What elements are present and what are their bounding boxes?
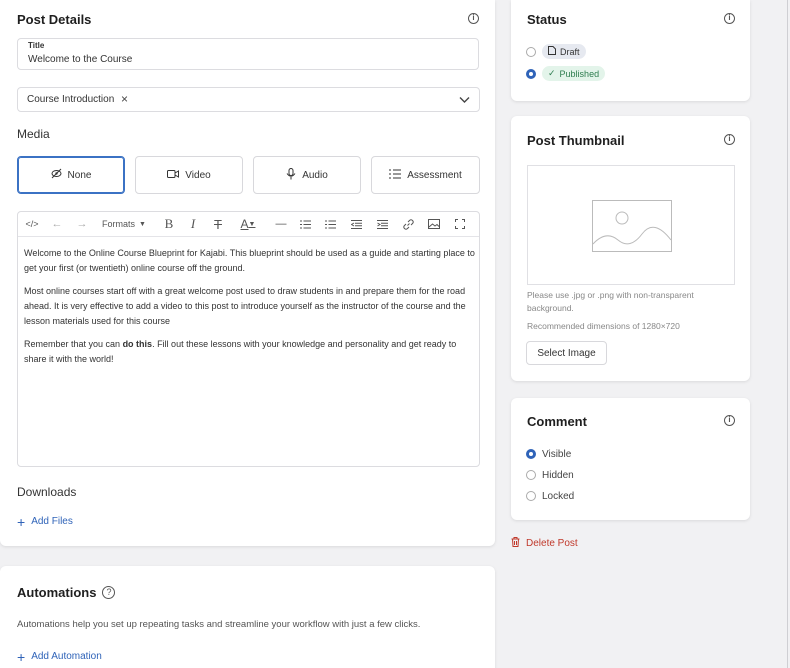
status-published-radio[interactable] [526, 69, 536, 79]
add-files-label: Add Files [31, 516, 73, 527]
chevron-down-icon[interactable] [459, 92, 470, 110]
strikethrough-icon[interactable]: T [209, 212, 227, 236]
thumbnail-card: Post Thumbnail i Please use .jpg or .png… [511, 116, 750, 381]
plus-icon: + [17, 648, 26, 665]
category-select[interactable]: Course Introduction × [17, 87, 480, 112]
media-assessment-button[interactable]: Assessment [371, 156, 480, 194]
undo-icon[interactable]: ← [48, 212, 66, 236]
media-heading: Media [17, 127, 50, 141]
redo-icon[interactable]: → [73, 212, 91, 236]
editor-content[interactable]: Welcome to the Online Course Blueprint f… [24, 246, 476, 375]
media-audio-button[interactable]: Audio [253, 156, 361, 194]
document-icon [548, 46, 556, 57]
trash-icon [511, 537, 520, 550]
media-none-button[interactable]: None [17, 156, 125, 194]
video-icon [167, 169, 180, 182]
add-automation-link[interactable]: + Add Automation [17, 648, 102, 665]
rich-text-editor[interactable]: </> ← → Formats ▼ B I T A ▼ — Welcome to… [17, 211, 480, 467]
draft-label: Draft [560, 46, 580, 57]
comment-locked-radio[interactable] [526, 491, 536, 501]
media-assessment-label: Assessment [407, 169, 462, 181]
plus-icon: + [17, 513, 26, 530]
italic-icon[interactable]: I [184, 212, 202, 236]
horizontal-rule-icon[interactable]: — [272, 212, 290, 236]
comment-locked-label: Locked [542, 491, 575, 502]
comment-heading: Comment [527, 414, 587, 429]
editor-bold-text: do this [122, 339, 153, 349]
info-icon[interactable]: i [468, 13, 479, 24]
editor-toolbar: </> ← → Formats ▼ B I T A ▼ — [18, 212, 479, 237]
fullscreen-icon[interactable] [451, 212, 469, 236]
text-color-icon[interactable]: A ▼ [234, 212, 262, 236]
status-draft-radio[interactable] [526, 47, 536, 57]
comment-hidden-radio[interactable] [526, 470, 536, 480]
automations-description: Automations help you set up repeating ta… [17, 619, 421, 630]
bold-icon[interactable]: B [160, 212, 178, 236]
comment-card: Comment i Visible Hidden Locked [511, 398, 750, 520]
post-details-card: Post Details i Title Welcome to the Cour… [0, 0, 495, 546]
image-icon[interactable] [425, 212, 443, 236]
formats-label: Formats [102, 219, 136, 229]
info-icon[interactable]: i [724, 134, 735, 145]
comment-hidden-label: Hidden [542, 470, 574, 481]
editor-text: Remember that you can [24, 339, 123, 349]
media-none-label: None [67, 169, 92, 181]
list-icon [389, 168, 402, 182]
image-placeholder-icon [592, 200, 672, 257]
thumbnail-heading: Post Thumbnail [527, 133, 625, 148]
info-icon[interactable]: i [724, 415, 735, 426]
add-automation-label: Add Automation [31, 651, 102, 662]
remove-category-icon[interactable]: × [121, 92, 128, 106]
help-icon[interactable]: ? [102, 586, 116, 599]
right-scrollbar-track[interactable] [787, 0, 788, 668]
title-label: Title [28, 41, 45, 50]
thumbnail-dropzone[interactable] [527, 165, 735, 285]
code-icon[interactable]: </> [22, 212, 42, 236]
title-field[interactable]: Title Welcome to the Course [17, 38, 479, 70]
microphone-icon [286, 167, 296, 183]
automations-card: Automations ? Automations help you set u… [0, 566, 495, 668]
category-tag: Course Introduction [27, 94, 115, 105]
title-input[interactable]: Welcome to the Course [28, 54, 132, 65]
editor-paragraph: Most online courses start off with a gre… [24, 286, 466, 326]
draft-badge: Draft [542, 44, 586, 59]
numbered-list-icon[interactable] [321, 212, 339, 236]
published-badge: ✓ Published [542, 66, 606, 81]
automations-heading: Automations ? [17, 585, 116, 600]
status-card: Status i Draft ✓ Published [511, 0, 750, 101]
media-video-button[interactable]: Video [135, 156, 243, 194]
info-icon[interactable]: i [724, 13, 735, 24]
caret-down-icon: ▼ [139, 220, 146, 228]
status-heading: Status [527, 12, 567, 27]
editor-paragraph: Welcome to the Online Course Blueprint f… [24, 248, 475, 273]
formats-dropdown[interactable]: Formats ▼ [98, 212, 150, 236]
thumbnail-dimensions-text: Recommended dimensions of 1280×720 [527, 321, 680, 331]
delete-post-button[interactable]: Delete Post [511, 537, 578, 550]
bullet-list-icon[interactable] [296, 212, 314, 236]
comment-visible-label: Visible [542, 449, 572, 460]
editor-paragraph: Remember that you can do this. Fill out … [24, 337, 476, 367]
hidden-eye-icon [51, 168, 62, 182]
downloads-heading: Downloads [17, 485, 77, 499]
outdent-icon[interactable] [347, 212, 365, 236]
thumbnail-help-text: Please use .jpg or .png with non-transpa… [527, 290, 694, 313]
add-files-link[interactable]: + Add Files [17, 513, 73, 530]
media-video-label: Video [185, 169, 211, 181]
published-label: Published [559, 68, 600, 79]
delete-post-label: Delete Post [526, 538, 578, 549]
media-audio-label: Audio [302, 169, 328, 181]
indent-icon[interactable] [373, 212, 391, 236]
automations-title: Automations [17, 585, 97, 600]
link-icon[interactable] [399, 212, 417, 236]
select-image-button[interactable]: Select Image [526, 341, 607, 365]
comment-visible-radio[interactable] [526, 449, 536, 459]
post-details-heading: Post Details [17, 12, 92, 27]
check-icon: ✓ [548, 68, 556, 78]
